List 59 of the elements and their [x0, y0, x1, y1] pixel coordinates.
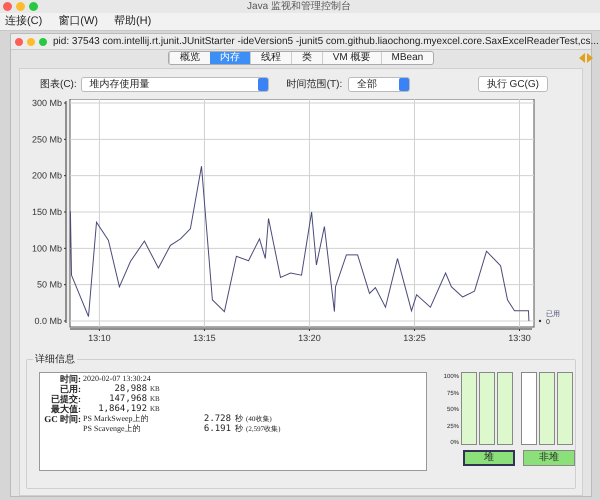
detail-label: GC 时间: — [43, 414, 81, 424]
detail-label: 已用: — [59, 384, 81, 394]
collector-name: PS MarkSweep上的 — [83, 414, 150, 424]
detail-value: 147,968 — [108, 394, 147, 404]
detail-label: 最大值: — [50, 404, 81, 414]
maximize-icon[interactable] — [29, 2, 38, 11]
pool-bar[interactable] — [497, 372, 513, 445]
axis-label: 13:10 — [88, 333, 111, 343]
axis-label: 150 Mb — [32, 207, 62, 217]
window-title: pid: 37543 com.intellij.rt.junit.JUnitStarter -ideVersion5 -junit5 com.github.liaochong.myexcel.core.SaxExcelReaderTest,cs... — [53, 35, 599, 49]
detail-label: 时间: — [59, 374, 81, 384]
tab[interactable]: 类 — [290, 52, 322, 64]
arrows-icon[interactable] — [579, 53, 593, 63]
detail-label: 已提交: — [50, 394, 81, 404]
stepper-icon — [258, 78, 268, 90]
pool-button[interactable]: 堆 — [463, 450, 515, 466]
axis-label: 13:25 — [403, 333, 426, 343]
pool-bar[interactable] — [521, 372, 537, 445]
gc-time: 6.191 — [202, 424, 231, 434]
close-icon[interactable] — [3, 2, 12, 11]
axis-label: 13:30 — [508, 333, 531, 343]
axis-label: 13:15 — [193, 333, 216, 343]
menu-item[interactable]: 连接(C) — [5, 13, 42, 30]
close-icon[interactable] — [15, 38, 23, 46]
pool-button[interactable]: 非堆 — [523, 450, 575, 466]
detail-value: 2020-02-07 13:30:24 — [83, 374, 151, 384]
field-label: 图表(C): — [40, 78, 77, 92]
tab[interactable]: VM 概要 — [322, 52, 381, 64]
pool-bar[interactable] — [539, 372, 555, 445]
tab[interactable]: 线程 — [250, 52, 291, 64]
axis-label: 13:20 — [298, 333, 321, 343]
maximize-icon[interactable] — [39, 38, 47, 46]
axis-label: 300 Mb — [32, 99, 62, 108]
menu-item[interactable]: 窗口(W) — [58, 13, 98, 30]
stepper-icon — [399, 78, 410, 90]
minimize-icon[interactable] — [27, 38, 35, 46]
minimize-icon[interactable] — [16, 2, 25, 11]
range-dropdown[interactable]: 全部 — [348, 76, 410, 92]
detail-value: 28,988 — [113, 384, 147, 394]
menu-item[interactable]: 帮助(H) — [114, 13, 152, 30]
tab[interactable]: MBean — [380, 52, 434, 64]
field-label: 时间范围(T): — [286, 78, 342, 92]
gc-time: 2.728 — [202, 414, 231, 424]
gc-button[interactable]: 执行 GC(G) — [478, 76, 548, 92]
window-title: Java 监视和管理控制台 — [247, 0, 351, 13]
unit-label: 秒 — [235, 424, 243, 434]
axis-label: 0.0 Mb — [34, 316, 62, 326]
collector-name: PS Scavenge上的 — [83, 424, 142, 434]
detail-value: 1,864,192 — [97, 404, 147, 414]
axis-label: 200 Mb — [32, 170, 62, 181]
unit-label: 秒 — [235, 414, 243, 424]
pool-bar[interactable] — [461, 372, 477, 445]
chart-dropdown[interactable]: 堆内存使用量 — [80, 76, 269, 92]
axis-label: 50 Mb — [36, 280, 62, 290]
legend-dot — [538, 320, 542, 322]
axis-label: 100 Mb — [32, 243, 62, 254]
axis-label: 250 Mb — [32, 134, 62, 144]
pool-bar[interactable] — [557, 372, 573, 445]
pool-bar[interactable] — [479, 372, 495, 445]
